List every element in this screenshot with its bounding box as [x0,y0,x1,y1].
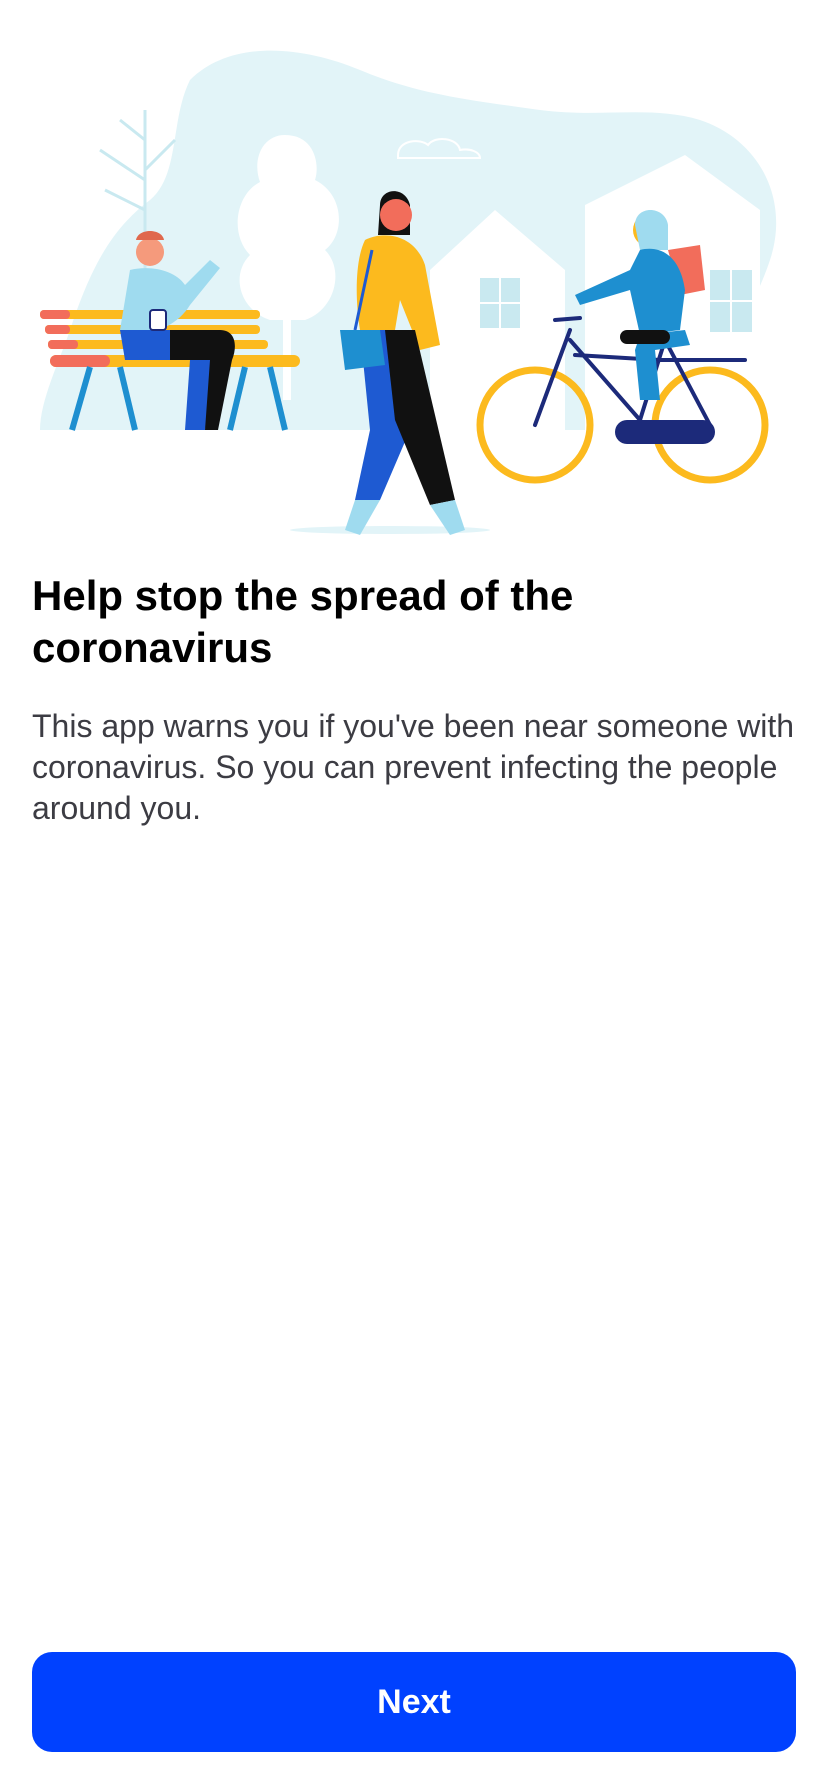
page-title: Help stop the spread of the coronavirus [32,572,574,671]
next-button[interactable]: Next [32,1652,796,1752]
description-text: This app warns you if you've been near s… [32,708,795,826]
onboarding-illustration [40,50,777,535]
